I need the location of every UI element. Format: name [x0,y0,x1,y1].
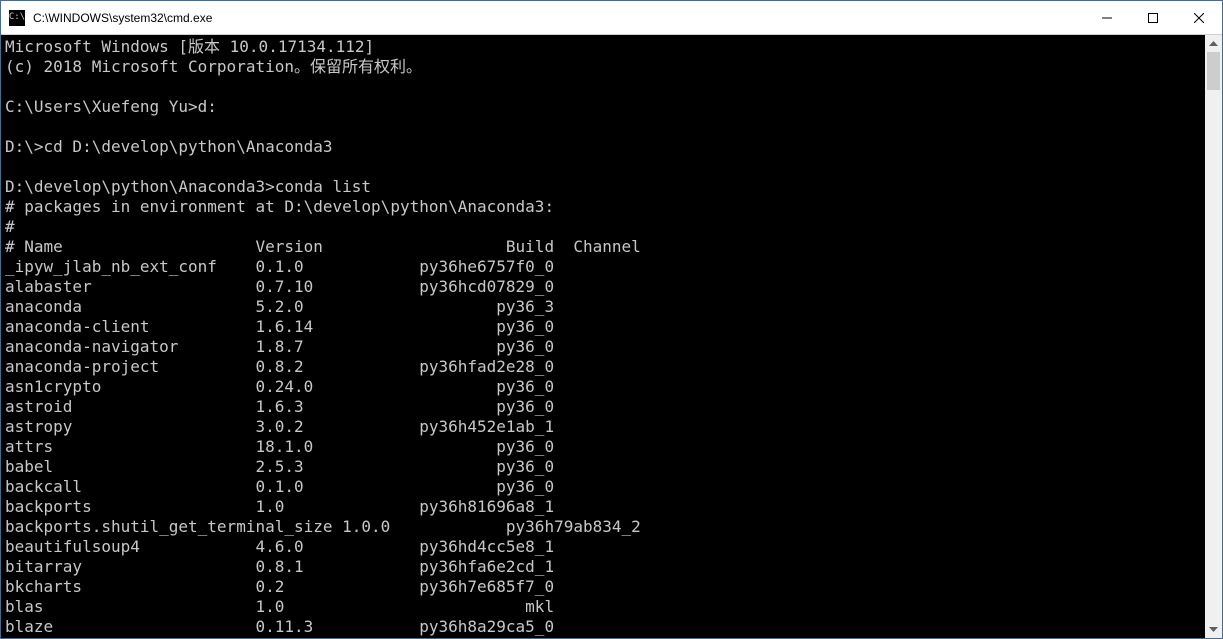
cmd-icon: C:\ [9,10,25,26]
terminal-line: # [5,217,15,236]
terminal-line: backports.shutil_get_terminal_size 1.0.0… [5,517,641,536]
terminal-line: backports 1.0 py36h81696a8_1 [5,497,554,516]
terminal-line: alabaster 0.7.10 py36hcd07829_0 [5,277,554,296]
terminal-line: C:\Users\Xuefeng Yu>d: [5,97,217,116]
terminal-line: astroid 1.6.3 py36_0 [5,397,554,416]
scroll-track[interactable] [1205,52,1222,621]
minimize-button[interactable] [1084,1,1130,34]
terminal-line: astropy 3.0.2 py36h452e1ab_1 [5,417,554,436]
terminal-line: bkcharts 0.2 py36h7e685f7_0 [5,577,554,596]
scroll-down-button[interactable] [1205,621,1222,638]
close-button[interactable] [1176,1,1222,34]
scroll-thumb[interactable] [1207,52,1220,90]
terminal-line: backcall 0.1.0 py36_0 [5,477,554,496]
maximize-button[interactable] [1130,1,1176,34]
terminal-line: bitarray 0.8.1 py36hfa6e2cd_1 [5,557,554,576]
scroll-up-button[interactable] [1205,35,1222,52]
terminal-wrap: Microsoft Windows [版本 10.0.17134.112] (c… [1,35,1222,638]
terminal-line: anaconda-project 0.8.2 py36hfad2e28_0 [5,357,554,376]
terminal-line: blas 1.0 mkl [5,597,554,616]
terminal-line: blaze 0.11.3 py36h8a29ca5_0 [5,617,554,636]
terminal-line: anaconda 5.2.0 py36_3 [5,297,554,316]
window-title: C:\WINDOWS\system32\cmd.exe [33,11,212,25]
cmd-window: C:\ C:\WINDOWS\system32\cmd.exe Microsof… [0,0,1223,639]
terminal-output[interactable]: Microsoft Windows [版本 10.0.17134.112] (c… [1,35,1205,638]
titlebar-left: C:\ C:\WINDOWS\system32\cmd.exe [1,10,212,26]
terminal-line: beautifulsoup4 4.6.0 py36hd4cc5e8_1 [5,537,554,556]
terminal-line: (c) 2018 Microsoft Corporation。保留所有权利。 [5,57,422,76]
terminal-line: _ipyw_jlab_nb_ext_conf 0.1.0 py36he6757f… [5,257,554,276]
vertical-scrollbar[interactable] [1205,35,1222,638]
terminal-line: D:\develop\python\Anaconda3>conda list [5,177,371,196]
terminal-line: asn1crypto 0.24.0 py36_0 [5,377,554,396]
window-controls [1084,1,1222,34]
terminal-line: babel 2.5.3 py36_0 [5,457,554,476]
cmd-icon-glyph: C:\ [9,13,25,22]
titlebar[interactable]: C:\ C:\WINDOWS\system32\cmd.exe [1,1,1222,35]
terminal-line: # packages in environment at D:\develop\… [5,197,554,216]
terminal-line: anaconda-client 1.6.14 py36_0 [5,317,554,336]
terminal-line: anaconda-navigator 1.8.7 py36_0 [5,337,554,356]
terminal-line: # Name Version Build Channel [5,237,641,256]
terminal-line: Microsoft Windows [版本 10.0.17134.112] [5,37,374,56]
terminal-line: D:\>cd D:\develop\python\Anaconda3 [5,137,333,156]
terminal-line: attrs 18.1.0 py36_0 [5,437,554,456]
